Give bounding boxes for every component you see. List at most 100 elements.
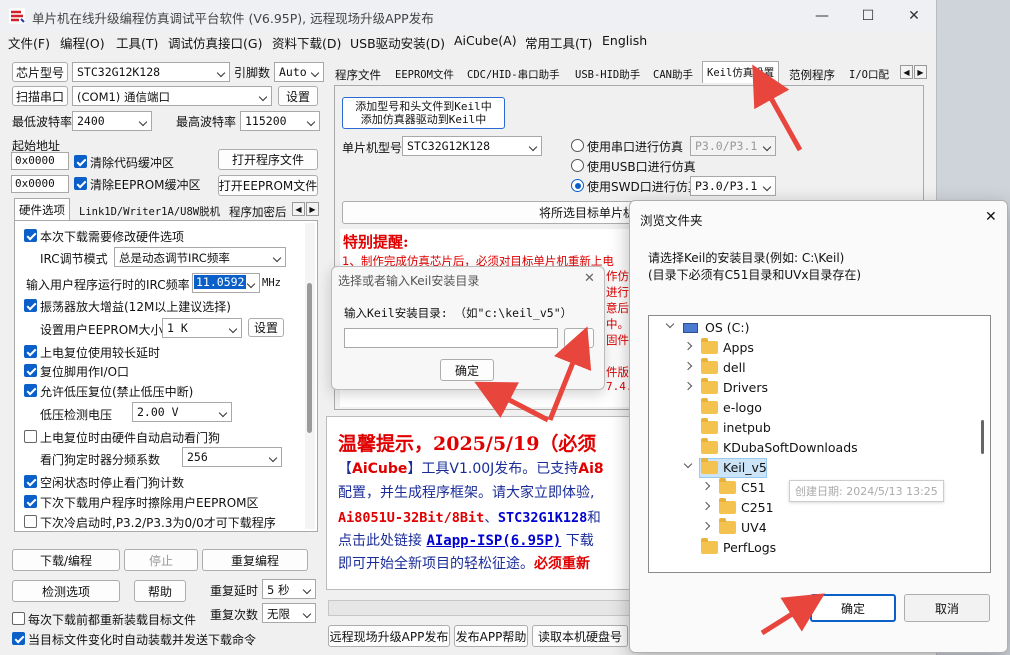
right-tab-scroll-right-icon[interactable]: ▶ [914, 65, 927, 79]
open-eeprom-file-button[interactable]: 打开EEPROM文件 [218, 175, 318, 196]
menu-debug-interface[interactable]: 调试仿真接口(G) [168, 33, 262, 52]
reprogram-button[interactable]: 重复编程 [202, 549, 308, 571]
oscillator-gain-checkbox[interactable] [24, 299, 37, 312]
open-program-file-button[interactable]: 打开程序文件 [218, 149, 318, 170]
repeat-delay-select[interactable]: 5 秒 [262, 579, 316, 599]
clear-code-checkbox[interactable] [74, 155, 87, 168]
eeprom-size-set-button[interactable]: 设置 [248, 318, 284, 337]
mcu-model-select[interactable]: STC32G12K128 [402, 136, 542, 156]
tree-scrollbar-thumb[interactable] [981, 420, 984, 454]
tab-scroll-left-icon[interactable]: ◀ [292, 202, 305, 216]
eeprom-start-address-input[interactable]: 0x0000 [11, 175, 69, 193]
menu-program[interactable]: 编程(O) [60, 33, 105, 52]
check-options-button[interactable]: 检测选项 [12, 580, 120, 602]
tree-item-inetpub[interactable]: inetpub [649, 418, 979, 438]
low-voltage-reset-checkbox[interactable] [24, 384, 37, 397]
tab-usb-hid[interactable]: USB-HID助手 [570, 63, 645, 83]
tab-offline-writer[interactable]: Link1D/Writer1A/U8W脱机 [74, 200, 225, 220]
repeat-count-select[interactable]: 无限 [262, 603, 316, 623]
folder-ok-button[interactable]: 确定 [810, 594, 896, 622]
usb-debug-radio[interactable] [571, 159, 584, 172]
menu-file[interactable]: 文件(F) [8, 33, 50, 52]
serial-debug-radio[interactable] [571, 139, 584, 152]
menu-downloads[interactable]: 资料下载(D) [272, 33, 341, 52]
irc-mode-select[interactable]: 总是动态调节IRC频率 [114, 247, 286, 267]
stop-button[interactable]: 停止 [124, 549, 198, 571]
keil-dir-input[interactable] [344, 328, 558, 348]
menu-tools[interactable]: 工具(T) [116, 33, 158, 52]
tab-hardware-options[interactable]: 硬件选项 [14, 198, 70, 220]
menu-english[interactable]: English [602, 33, 647, 48]
tree-item-dell[interactable]: dell [649, 358, 979, 378]
maximize-button[interactable]: ☐ [845, 0, 891, 32]
cold-start-p32-checkbox[interactable] [24, 515, 37, 528]
tab-examples[interactable]: 范例程序 [784, 63, 840, 83]
chevron-down-icon[interactable] [683, 459, 693, 469]
low-voltage-select[interactable]: 2.00 V [132, 402, 232, 422]
swd-debug-radio[interactable] [571, 179, 584, 192]
tree-item-keil-v5[interactable]: Keil_v5 [649, 458, 979, 478]
eeprom-size-select[interactable]: 1 K [162, 318, 242, 338]
power-on-delay-checkbox[interactable] [24, 345, 37, 358]
chip-model-select[interactable]: STC32G12K128 [72, 62, 230, 82]
folder-cancel-button[interactable]: 取消 [904, 594, 990, 622]
minimize-button[interactable]: — [799, 0, 845, 32]
idle-stop-wdt-checkbox[interactable] [24, 475, 37, 488]
min-baud-select[interactable]: 2400 [72, 111, 152, 131]
chip-model-button[interactable]: 芯片型号 [12, 62, 68, 82]
chevron-right-icon[interactable] [683, 341, 693, 351]
help-button[interactable]: 帮助 [134, 580, 186, 602]
tree-item-uv4[interactable]: UV4 [649, 518, 979, 538]
chevron-right-icon[interactable] [701, 521, 711, 531]
menu-common-tools[interactable]: 常用工具(T) [525, 33, 592, 52]
serial-debug-port-select[interactable]: P3.0/P3.1 [690, 136, 776, 156]
tab-keil-settings[interactable]: Keil仿真设置 [702, 61, 780, 83]
scan-port-button[interactable]: 扫描串口 [12, 86, 68, 106]
folder-dialog-close-icon[interactable]: ✕ [985, 209, 997, 225]
menu-aicube[interactable]: AiCube(A) [454, 33, 517, 48]
port-settings-button[interactable]: 设置 [278, 86, 318, 106]
reload-target-checkbox[interactable] [12, 612, 25, 625]
pin-count-select[interactable]: Auto [274, 62, 324, 82]
max-baud-select[interactable]: 115200 [240, 111, 320, 131]
clear-eeprom-checkbox[interactable] [74, 177, 87, 190]
options-scrollbar[interactable] [305, 223, 315, 529]
chevron-down-icon[interactable] [665, 319, 675, 329]
swd-debug-port-select[interactable]: P3.0/P3.1 [690, 176, 776, 196]
publish-app-help-button[interactable]: 发布APP帮助 [454, 625, 528, 647]
port-select[interactable]: (COM1) 通信端口 [72, 86, 272, 106]
tab-eeprom-file[interactable]: EEPROM文件 [390, 63, 459, 83]
menu-usb-driver[interactable]: USB驱动安装(D) [350, 33, 445, 52]
tab-program-file[interactable]: 程序文件 [330, 63, 386, 83]
tab-scroll-right-icon[interactable]: ▶ [306, 202, 319, 216]
tab-encrypt[interactable]: 程序加密后 [224, 200, 292, 220]
close-button[interactable]: ✕ [891, 0, 936, 32]
reset-pin-io-checkbox[interactable] [24, 364, 37, 377]
chevron-right-icon[interactable] [683, 381, 693, 391]
tree-item-os-c[interactable]: OS (C:) [649, 318, 979, 338]
keil-dialog-ok-button[interactable]: 确定 [440, 359, 494, 381]
auto-load-checkbox[interactable] [12, 632, 25, 645]
aiapp-isp-download-link[interactable]: AIapp-ISP(6.95P) [426, 533, 561, 549]
modify-hw-options-checkbox[interactable] [24, 229, 37, 242]
chevron-right-icon[interactable] [701, 481, 711, 491]
erase-eeprom-checkbox[interactable] [24, 495, 37, 508]
remote-upgrade-button[interactable]: 远程现场升级APP发布 [328, 625, 450, 647]
aicube-link[interactable]: AiCube [352, 461, 407, 477]
right-tab-scroll-left-icon[interactable]: ◀ [900, 65, 913, 79]
keil-dialog-close-icon[interactable]: ✕ [584, 271, 595, 286]
auto-watchdog-checkbox[interactable] [24, 430, 37, 443]
tree-item-drivers[interactable]: Drivers [649, 378, 979, 398]
chevron-right-icon[interactable] [683, 361, 693, 371]
download-program-button[interactable]: 下载/编程 [12, 549, 120, 571]
tree-item-apps[interactable]: Apps [649, 338, 979, 358]
tab-can[interactable]: CAN助手 [648, 63, 698, 83]
irc-freq-select[interactable]: 11.0592 [192, 273, 260, 293]
keil-dir-browse-button[interactable]: ... [564, 328, 594, 348]
tab-io-config[interactable]: I/O口配 [844, 63, 894, 83]
tab-cdc-hid-serial[interactable]: CDC/HID-串口助手 [462, 63, 565, 83]
tree-item-perflogs[interactable]: PerfLogs [649, 538, 979, 558]
options-scrollbar-thumb[interactable] [307, 283, 312, 433]
tree-item-kdubasoftdownloads[interactable]: KDubaSoftDownloads [649, 438, 979, 458]
wdt-prescaler-select[interactable]: 256 [182, 447, 282, 467]
